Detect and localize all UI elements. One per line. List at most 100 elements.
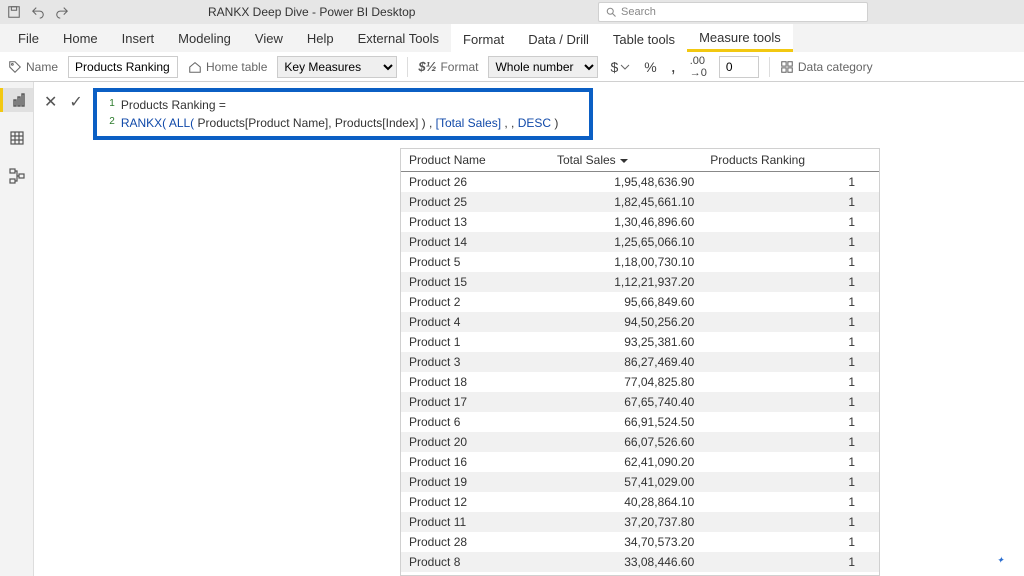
cell: 1: [702, 412, 879, 432]
model-view-button[interactable]: [0, 164, 33, 188]
cell: 37,20,737.80: [549, 512, 702, 532]
table-row[interactable]: Product 386,27,469.401: [401, 352, 879, 372]
chevron-down-icon: [620, 62, 630, 72]
table-row[interactable]: Product 1957,41,029.001: [401, 472, 879, 492]
tab-view[interactable]: View: [243, 24, 295, 52]
data-view-button[interactable]: [0, 126, 33, 150]
table-row[interactable]: Product 141,25,65,066.101: [401, 232, 879, 252]
sort-desc-icon: [619, 153, 629, 167]
commit-formula-button[interactable]: ✓: [67, 88, 84, 116]
name-group: Name: [8, 60, 58, 74]
separator: [407, 57, 408, 77]
table-row[interactable]: Product 295,66,849.601: [401, 292, 879, 312]
undo-icon[interactable]: [30, 4, 46, 20]
table-row[interactable]: Product 666,91,524.501: [401, 412, 879, 432]
home-table-label: Home table: [206, 60, 267, 74]
data-category-label: Data category: [798, 60, 873, 74]
decimal-inc-button[interactable]: .00→0: [688, 55, 709, 79]
cell: Product 5: [401, 252, 549, 272]
percent-button[interactable]: %: [642, 59, 658, 75]
cell: 34,70,573.20: [549, 532, 702, 552]
cell: Product 28: [401, 532, 549, 552]
column-header[interactable]: Products Ranking: [702, 149, 879, 172]
formula-line-1: Products Ranking =: [121, 96, 226, 114]
cell: 1,12,21,937.20: [549, 272, 702, 292]
tab-insert[interactable]: Insert: [110, 24, 167, 52]
tab-measure-tools[interactable]: Measure tools: [687, 24, 793, 52]
window-title: RANKX Deep Dive - Power BI Desktop: [208, 5, 415, 19]
table-row[interactable]: Product 1240,28,864.101: [401, 492, 879, 512]
cell: 1: [702, 492, 879, 512]
cell: 1: [702, 172, 879, 193]
visual-table[interactable]: Product NameTotal Sales Products Ranking…: [400, 148, 880, 576]
tab-help[interactable]: Help: [295, 24, 346, 52]
cell: 1: [702, 252, 879, 272]
cell: Product 15: [401, 272, 549, 292]
cell: Product 26: [401, 172, 549, 193]
tab-table-tools[interactable]: Table tools: [601, 24, 687, 52]
cell: 1: [702, 372, 879, 392]
search-input[interactable]: Search: [598, 2, 868, 22]
ribbon-tabs: FileHomeInsertModelingViewHelpExternal T…: [0, 24, 1024, 52]
cancel-formula-button[interactable]: ✕: [42, 88, 59, 116]
cell: 1,25,65,066.10: [549, 232, 702, 252]
column-header[interactable]: Total Sales: [549, 149, 702, 172]
table-row[interactable]: Product 193,25,381.601: [401, 332, 879, 352]
tab-format[interactable]: Format: [451, 24, 516, 52]
table-row[interactable]: Product 2834,70,573.201: [401, 532, 879, 552]
table-row[interactable]: Product 494,50,256.201: [401, 312, 879, 332]
table-row[interactable]: Product 131,30,46,896.601: [401, 212, 879, 232]
tab-modeling[interactable]: Modeling: [166, 24, 243, 52]
tab-home[interactable]: Home: [51, 24, 110, 52]
cell: Product 12: [401, 492, 549, 512]
cell: Product 16: [401, 452, 549, 472]
table-row[interactable]: Product 151,12,21,937.201: [401, 272, 879, 292]
formula-editor[interactable]: 1Products Ranking = 2RANKX( ALL( Product…: [93, 88, 593, 140]
currency-button[interactable]: $: [608, 59, 632, 75]
cell: 1: [702, 552, 879, 572]
home-table-group: Home table: [188, 60, 267, 74]
cell: 1,18,00,730.10: [549, 252, 702, 272]
decimals-input[interactable]: [719, 56, 759, 78]
cell: Product 20: [401, 432, 549, 452]
comma-button[interactable]: ,: [669, 56, 678, 77]
search-placeholder: Search: [621, 6, 656, 18]
cell: 1: [702, 332, 879, 352]
table-row[interactable]: Product 251,82,45,661.101: [401, 192, 879, 212]
cell: 1: [702, 392, 879, 412]
save-icon[interactable]: [6, 4, 22, 20]
cell: Product 1: [401, 332, 549, 352]
table-row[interactable]: Product 261,95,48,636.901: [401, 172, 879, 193]
tab-data-drill[interactable]: Data / Drill: [516, 24, 601, 52]
cell: 86,27,469.40: [549, 352, 702, 372]
table-row[interactable]: Product 1662,41,090.201: [401, 452, 879, 472]
table-row[interactable]: Product 833,08,446.601: [401, 552, 879, 572]
table-row[interactable]: Product 1767,65,740.401: [401, 392, 879, 412]
measure-name-input[interactable]: [68, 56, 178, 78]
cell: 1: [702, 292, 879, 312]
table-row[interactable]: Product 1137,20,737.801: [401, 512, 879, 532]
formula-bar: ✕ ✓ 1Products Ranking = 2RANKX( ALL( Pro…: [34, 82, 1024, 146]
redo-icon[interactable]: [54, 4, 70, 20]
home-table-select[interactable]: Key Measures: [277, 56, 397, 78]
cell: 33,08,446.60: [549, 552, 702, 572]
cell: Product 18: [401, 372, 549, 392]
watermark: ✦: [996, 555, 1004, 566]
home-icon: [188, 60, 202, 74]
tab-file[interactable]: File: [6, 24, 51, 52]
report-view-button[interactable]: [0, 88, 33, 112]
tab-external-tools[interactable]: External Tools: [346, 24, 451, 52]
table-row[interactable]: Product 1877,04,825.801: [401, 372, 879, 392]
column-header[interactable]: Product Name: [401, 149, 549, 172]
cell: 95,66,849.60: [549, 292, 702, 312]
category-icon: [780, 60, 794, 74]
tag-icon: [8, 60, 22, 74]
cell: Product 13: [401, 212, 549, 232]
cell: Product 8: [401, 552, 549, 572]
format-icon: $½: [418, 59, 436, 74]
cell: 66,07,526.60: [549, 432, 702, 452]
cell: Product 25: [401, 192, 549, 212]
format-select[interactable]: Whole number: [488, 56, 598, 78]
table-row[interactable]: Product 51,18,00,730.101: [401, 252, 879, 272]
table-row[interactable]: Product 2066,07,526.601: [401, 432, 879, 452]
